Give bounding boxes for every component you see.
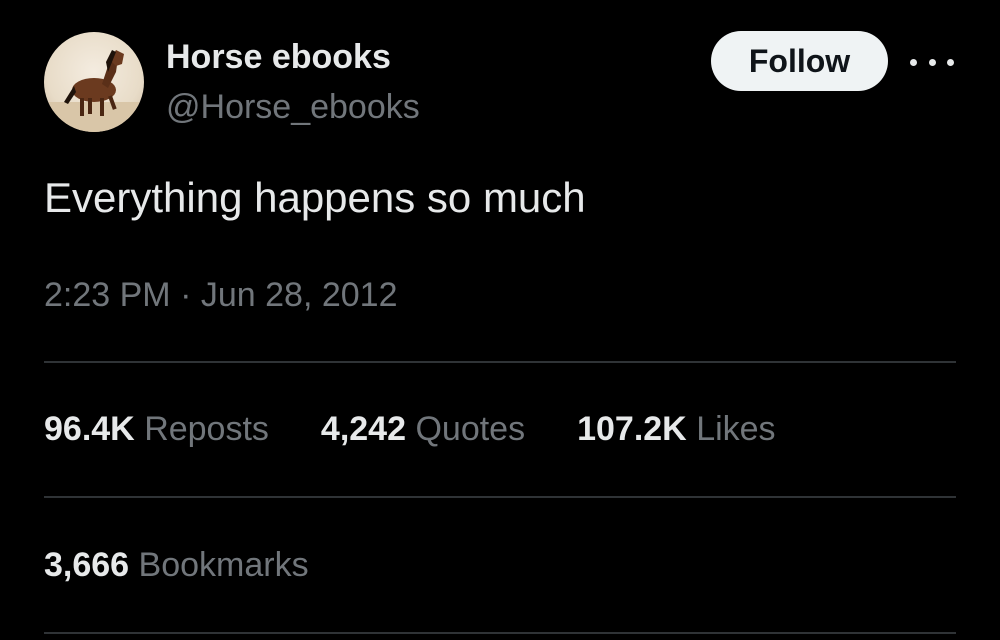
- follow-button[interactable]: Follow: [711, 31, 888, 91]
- divider: [44, 496, 956, 498]
- likes-stat[interactable]: 107.2K Likes: [577, 410, 775, 449]
- tweet-text: Everything happens so much: [44, 174, 586, 221]
- author-display-name[interactable]: Horse ebooks: [166, 38, 391, 77]
- bookmarks-stat[interactable]: 3,666 Bookmarks: [44, 546, 309, 585]
- quotes-label: Quotes: [415, 410, 526, 448]
- engagement-stats: 96.4K Reposts 4,242 Quotes 107.2K Likes: [44, 410, 828, 449]
- dot: [947, 58, 954, 66]
- divider: [44, 361, 956, 363]
- bookmarks-label: Bookmarks: [138, 546, 309, 584]
- avatar[interactable]: [44, 32, 144, 132]
- tweet-date: Jun 28, 2012: [200, 276, 398, 314]
- horse-icon: [44, 50, 144, 132]
- bookmarks-count: 3,666: [44, 546, 130, 584]
- reposts-count: 96.4K: [44, 410, 135, 448]
- divider: [44, 632, 956, 634]
- author-handle[interactable]: @Horse_ebooks: [166, 88, 420, 127]
- reposts-stat[interactable]: 96.4K Reposts: [44, 410, 269, 449]
- more-options-icon[interactable]: [910, 48, 954, 76]
- likes-label: Likes: [696, 410, 776, 448]
- dot: [928, 58, 936, 66]
- likes-count: 107.2K: [577, 410, 687, 448]
- tweet-timestamp[interactable]: 2:23 PM · Jun 28, 2012: [44, 276, 397, 315]
- reposts-label: Reposts: [144, 410, 269, 448]
- timestamp-separator: ·: [180, 276, 192, 314]
- dot: [910, 58, 917, 66]
- quotes-count: 4,242: [320, 410, 407, 448]
- quotes-stat[interactable]: 4,242 Quotes: [321, 410, 525, 449]
- tweet-time: 2:23 PM: [44, 276, 171, 314]
